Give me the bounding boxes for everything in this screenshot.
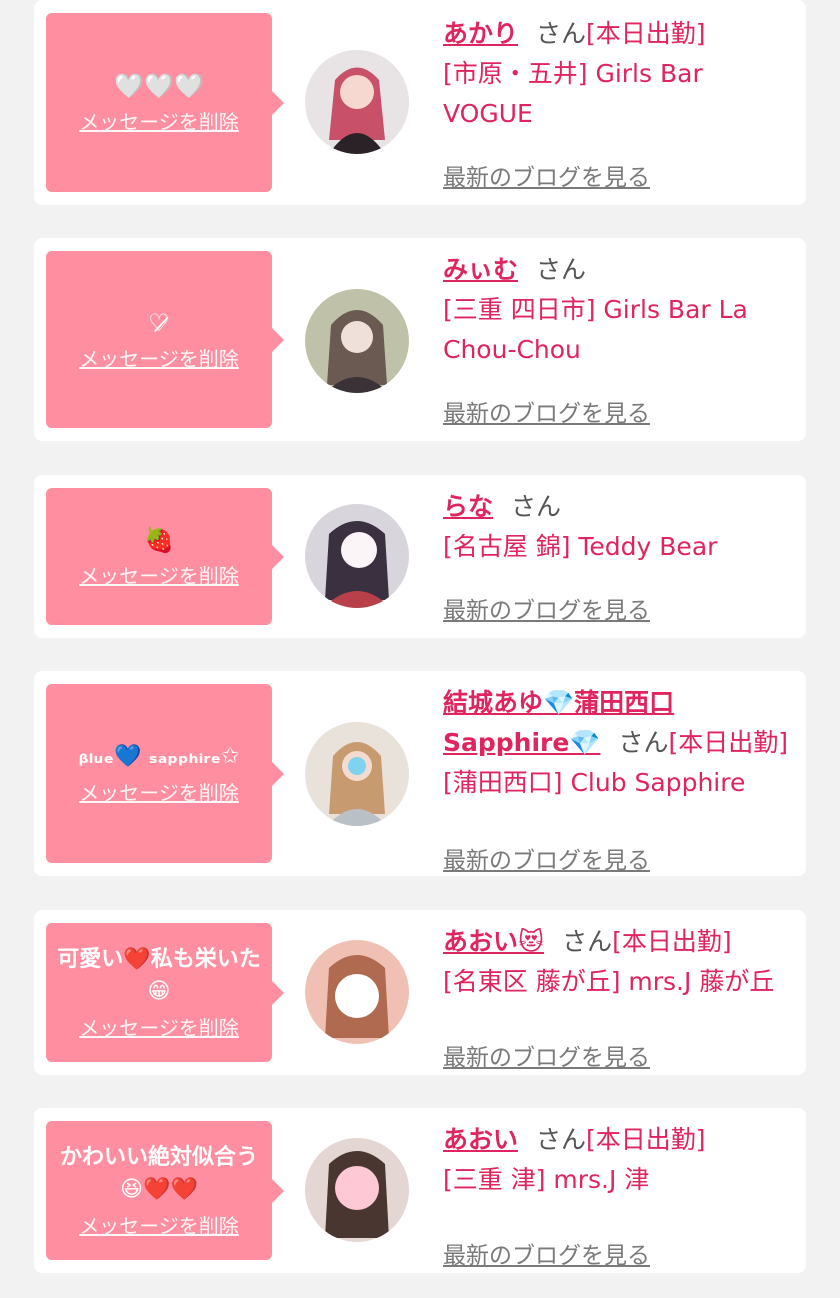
delete-message-link[interactable]: メッセージを削除 — [79, 1012, 239, 1041]
message-bubble: ♡̷ メッセージを削除 — [46, 251, 284, 428]
working-today-badge: [本日出勤] — [612, 927, 732, 956]
name-line: あおい😻 さん[本日出勤] — [443, 922, 799, 962]
name-line: みぃむ さん — [443, 250, 799, 290]
shop-text: [蒲田西口] Club Sapphire — [443, 768, 746, 797]
message-card: かわいい絶対似合う😆❤️❤️ メッセージを削除 あおい さん[本日出勤] [三重 … — [34, 1108, 806, 1273]
message-text: ᵦₗᵤₑ💙 ₛₐₚₚₕᵢᵣₑ✩ — [78, 744, 240, 769]
honorific: さん — [562, 927, 613, 956]
message-text: かわいい絶対似合う😆❤️❤️ — [59, 1145, 258, 1202]
cast-name-link[interactable]: あおい — [443, 1125, 518, 1154]
cast-name-link[interactable]: あおい😻 — [443, 927, 544, 956]
shop-text: [名古屋 錦] Teddy Bear — [443, 532, 718, 561]
working-today-badge: [本日出勤] — [668, 728, 788, 757]
name-line: あおい さん[本日出勤] — [443, 1120, 799, 1160]
delete-message-link[interactable]: メッセージを削除 — [79, 106, 239, 135]
message-bubble: ᵦₗᵤₑ💙 ₛₐₚₚₕᵢᵣₑ✩ メッセージを削除 — [46, 684, 284, 863]
cast-name-link[interactable]: あかり — [443, 19, 518, 48]
message-card: ᵦₗᵤₑ💙 ₛₐₚₚₕᵢᵣₑ✩ メッセージを削除 結城あゆ💎蒲田西口Sapphi… — [34, 671, 806, 876]
latest-blog-link[interactable]: 最新のブログを見る — [443, 394, 650, 428]
message-text: 可愛い❤️私も栄いた😁 — [57, 947, 261, 1004]
message-bubble: 🤍🤍🤍 メッセージを削除 — [46, 13, 284, 192]
cast-info: みぃむ さん [三重 四日市] Girls Bar La Chou-Chou 最新… — [443, 250, 799, 427]
honorific: さん — [536, 1125, 587, 1154]
message-card: 🤍🤍🤍 メッセージを削除 あかり さん[本日出勤] [市原・五井] Girls B… — [34, 0, 806, 205]
message-text: 🤍🤍🤍 — [114, 72, 204, 100]
message-bubble: 🍓 メッセージを削除 — [46, 488, 284, 625]
latest-blog-link[interactable]: 最新のブログを見る — [443, 841, 650, 875]
shop-text: [名東区 藤が丘] mrs.J 藤が丘 — [443, 967, 775, 996]
honorific: さん — [536, 255, 587, 284]
avatar[interactable] — [305, 940, 409, 1044]
avatar[interactable] — [305, 50, 409, 154]
cast-info: 結城あゆ💎蒲田西口Sapphire💎 さん[本日出勤] [蒲田西口] Club S… — [443, 683, 799, 874]
latest-blog-link[interactable]: 最新のブログを見る — [443, 1236, 650, 1270]
message-card: ♡̷ メッセージを削除 みぃむ さん [三重 四日市] Girls Bar La … — [34, 238, 806, 441]
cast-info: らな さん [名古屋 錦] Teddy Bear 最新のブログを見る — [443, 487, 799, 624]
message-card: 可愛い❤️私も栄いた😁 メッセージを削除 あおい😻 さん[本日出勤] [名東区 藤… — [34, 910, 806, 1075]
honorific: さん — [511, 492, 562, 521]
honorific: さん — [618, 728, 669, 757]
working-today-badge: [本日出勤] — [586, 19, 706, 48]
cast-name-link[interactable]: らな — [443, 492, 493, 521]
message-bubble: 可愛い❤️私も栄いた😁 メッセージを削除 — [46, 923, 284, 1062]
latest-blog-link[interactable]: 最新のブログを見る — [443, 158, 650, 192]
avatar[interactable] — [305, 504, 409, 608]
cast-info: あおい さん[本日出勤] [三重 津] mrs.J 津 最新のブログを見る — [443, 1120, 799, 1269]
delete-message-link[interactable]: メッセージを削除 — [79, 560, 239, 589]
avatar[interactable] — [305, 722, 409, 826]
latest-blog-link[interactable]: 最新のブログを見る — [443, 1038, 650, 1072]
name-line: らな さん — [443, 487, 799, 527]
name-line: 結城あゆ💎蒲田西口Sapphire💎 さん[本日出勤] — [443, 683, 799, 763]
latest-blog-link[interactable]: 最新のブログを見る — [443, 591, 650, 625]
avatar[interactable] — [305, 289, 409, 393]
honorific: さん — [536, 19, 587, 48]
cast-name-link[interactable]: みぃむ — [443, 255, 518, 284]
shop-text: [三重 四日市] Girls Bar La Chou-Chou — [443, 295, 748, 364]
message-text: ♡̷ — [148, 309, 170, 337]
shop-text: [三重 津] mrs.J 津 — [443, 1165, 650, 1194]
delete-message-link[interactable]: メッセージを削除 — [79, 1210, 239, 1239]
delete-message-link[interactable]: メッセージを削除 — [79, 777, 239, 806]
working-today-badge: [本日出勤] — [586, 1125, 706, 1154]
shop-text: [市原・五井] Girls Bar VOGUE — [443, 59, 703, 128]
cast-info: あかり さん[本日出勤] [市原・五井] Girls Bar VOGUE 最新のブ… — [443, 14, 799, 191]
message-bubble: かわいい絶対似合う😆❤️❤️ メッセージを削除 — [46, 1121, 284, 1260]
cast-info: あおい😻 さん[本日出勤] [名東区 藤が丘] mrs.J 藤が丘 最新のブログを… — [443, 922, 799, 1071]
message-card: 🍓 メッセージを削除 らな さん [名古屋 錦] Teddy Bear 最新のブロ… — [34, 475, 806, 638]
message-text: 🍓 — [144, 526, 174, 554]
name-line: あかり さん[本日出勤] — [443, 14, 799, 54]
avatar[interactable] — [305, 1138, 409, 1242]
delete-message-link[interactable]: メッセージを削除 — [79, 343, 239, 372]
